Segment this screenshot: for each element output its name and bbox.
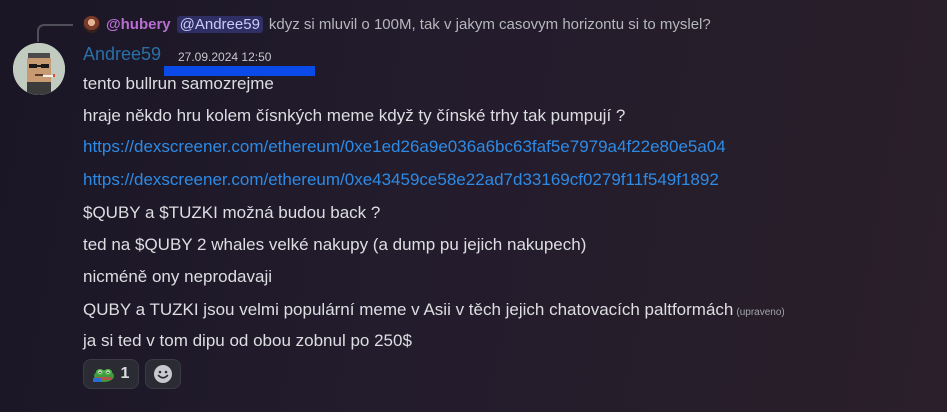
add-reaction-button[interactable] xyxy=(145,359,181,389)
avatar[interactable] xyxy=(13,43,65,95)
reply-connector xyxy=(37,24,73,42)
message-line: tento bullrun samozrejme xyxy=(83,74,274,93)
message-line: hraje někdo hru kolem čísnkých meme když… xyxy=(83,106,626,125)
chat-message: @hubery @Andree59 kdyz si mluvil o 100M,… xyxy=(0,0,947,412)
dexscreener-link-2[interactable]: https://dexscreener.com/ethereum/0xe4345… xyxy=(83,170,719,189)
reply-text[interactable]: kdyz si mluvil o 100M, tak v jakym casov… xyxy=(269,16,711,33)
message-author[interactable]: Andree59 xyxy=(83,44,161,65)
message-timestamp: 27.09.2024 12:50 xyxy=(178,50,272,64)
message-line: QUBY a TUZKI jsou velmi populární meme v… xyxy=(83,300,734,319)
reaction-pepe[interactable]: 1 xyxy=(83,359,139,389)
reply-author[interactable]: @hubery xyxy=(106,16,171,33)
reply-mention[interactable]: @Andree59 xyxy=(176,15,263,33)
message-line: ja si ted v tom dipu od obou zobnul po 2… xyxy=(83,331,412,350)
reply-preview[interactable]: @hubery @Andree59 kdyz si mluvil o 100M,… xyxy=(83,12,711,36)
pepe-frog-emoji-icon xyxy=(92,369,114,382)
reply-avatar xyxy=(83,15,100,33)
reaction-count: 1 xyxy=(120,365,130,382)
message-line: nicméně ony neprodavaji xyxy=(83,267,273,286)
message-line: $QUBY a $TUZKI možná budou back ? xyxy=(83,203,381,222)
smiley-add-reaction-icon xyxy=(154,365,172,383)
dexscreener-link-1[interactable]: https://dexscreener.com/ethereum/0xe1ed2… xyxy=(83,137,726,156)
message-line: ted na $QUBY 2 whales velké nakupy (a du… xyxy=(83,235,587,254)
message-link-line: https://dexscreener.com/ethereum/0xe4345… xyxy=(83,170,719,190)
message-line-edited: QUBY a TUZKI jsou velmi populární meme v… xyxy=(83,300,785,323)
pixel-avatar-icon xyxy=(13,43,65,95)
message-link-line: https://dexscreener.com/ethereum/0xe1ed2… xyxy=(83,137,726,157)
edited-label: (upraveno) xyxy=(736,307,785,318)
